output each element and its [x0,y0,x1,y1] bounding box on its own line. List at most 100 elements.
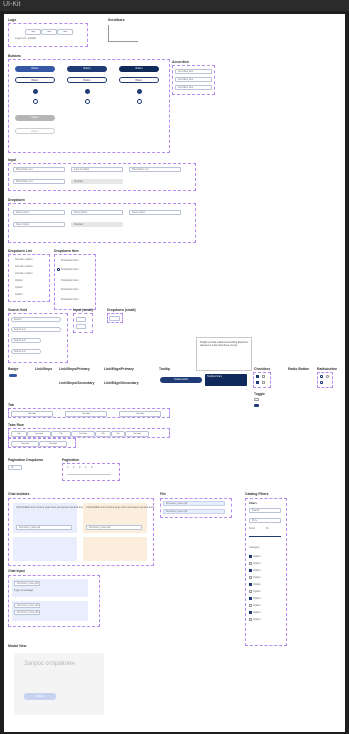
filter-checkbox-9[interactable] [249,611,252,614]
circle-outline-button-3[interactable] [137,99,142,104]
filter-checkbox-8[interactable] [249,604,252,607]
filter-option-10[interactable]: Option [253,618,261,621]
filter-checkbox-5[interactable] [249,583,252,586]
filter-checkbox-4[interactable] [249,576,252,579]
search-input[interactable]: Search [11,317,61,322]
dropdown-list-item-1[interactable]: List item option [15,258,32,261]
primary-button-hover[interactable]: Button [67,66,107,72]
dropdown-item-1[interactable]: Dropdown item [61,259,78,262]
tabs-row-item-9[interactable]: Tab label [39,441,67,447]
dropdown-item-5[interactable]: Dropdown item [61,298,78,301]
dropdown-2[interactable]: Select option [71,210,123,215]
input-small[interactable] [76,317,86,322]
filter-option-7[interactable]: Option [253,597,261,600]
page-2[interactable]: 2 [73,466,74,469]
input-placeholder-2[interactable]: Placeholder text [129,167,181,172]
secondary-button-pressed[interactable]: Button [119,77,159,83]
page-5[interactable]: 5 [91,466,92,469]
file-chip-1[interactable]: Document_name.pdf [163,501,225,506]
filter-checkbox-2[interactable] [249,562,252,565]
search-input-short[interactable]: Search text [11,338,41,343]
accordion-item-3[interactable]: Accordion item [175,85,212,90]
filter-option-6[interactable]: Option [253,590,261,593]
chat-attachment-2[interactable]: Document_name.pdf [14,603,40,608]
tooltip-button[interactable]: Tooltip button [160,377,202,383]
circle-button-2[interactable] [85,89,90,94]
dropdown-list-item-3[interactable]: List item option [15,272,32,275]
search-input-filled[interactable]: Search text [11,327,61,332]
radio-on-2[interactable] [320,381,323,384]
page-1[interactable]: 1 [67,466,68,469]
dropdown-list-item-6[interactable]: Option [15,293,23,296]
secondary-button[interactable]: Button [15,77,55,83]
tab-3[interactable]: Tab label [119,411,161,417]
filter-option-8[interactable]: Option [253,604,261,607]
page-4[interactable]: 4 [85,466,86,469]
dropdown-small[interactable] [109,315,120,321]
dropdown-item-2[interactable]: Dropdown item [61,268,78,271]
checkbox-checked-2[interactable] [256,381,259,384]
filter-option-1[interactable]: Option [253,555,261,558]
vertical-scrollbar[interactable] [108,25,109,41]
modal-button[interactable]: Button [24,693,56,700]
page-3[interactable]: 3 [79,466,80,469]
filter-option-2[interactable]: Option [253,562,261,565]
tabs-row-item-2[interactable]: Tab label [27,431,51,437]
search-input-short-2[interactable]: Search text [11,349,41,354]
dropdown-empty[interactable]: Select option [13,222,65,227]
dropdown-list-item-5[interactable]: Option [15,286,23,289]
circle-outline-button-2[interactable] [85,99,90,104]
radio-off[interactable] [326,375,329,378]
circle-outline-button-1[interactable] [33,99,38,104]
filter-checkbox-7[interactable] [249,597,252,600]
dropdown-3[interactable]: Select option [129,210,181,215]
filter-option-4[interactable]: Option [253,576,261,579]
primary-button[interactable]: Button [15,66,55,72]
tabs-row-item-7[interactable]: Tab label [125,431,149,437]
dropdown-list-item-2[interactable]: List item option [15,265,32,268]
checkbox-checked[interactable] [256,375,259,378]
input-empty[interactable]: Placeholder text [13,179,65,184]
dropdown-item-3[interactable]: Dropdown item [61,279,78,282]
accordion-item-2[interactable]: Accordion item [175,77,212,82]
secondary-button-hover[interactable]: Button [67,77,107,83]
pagination-dropdown[interactable]: 10 [8,465,22,470]
input-placeholder[interactable]: Placeholder text [13,167,65,172]
price-range-slider[interactable] [249,536,281,537]
tabs-row-item-4[interactable]: Tab label [71,431,95,437]
tabs-row-item-5[interactable]: Tab [95,431,111,437]
tabs-row-item-1[interactable]: Tab [11,431,27,437]
checkbox-unchecked[interactable] [262,375,265,378]
filter-checkbox-3[interactable] [249,569,252,572]
horizontal-scrollbar[interactable] [108,41,138,42]
chat-bubble-file[interactable]: Document_name.pdf [16,525,72,530]
dropdown-list-item-4[interactable]: Option [15,279,23,282]
filters-search-input[interactable]: Search [249,508,281,513]
filter-checkbox-10[interactable] [249,618,252,621]
primary-button-pressed[interactable]: Button [119,66,159,72]
tabs-row-item-6[interactable]: Tab [111,431,125,437]
chat-attachment[interactable]: Document_name.pdf [14,581,40,586]
tabs-row-item-3[interactable]: Tab [51,431,71,437]
toggle-off[interactable] [254,398,259,401]
chat-input-placeholder[interactable]: Type a message [14,589,33,592]
filter-option-5[interactable]: Option [253,583,261,586]
circle-button-3[interactable] [137,89,142,94]
radio-on[interactable] [320,375,323,378]
dropdown-1[interactable]: Select option [13,210,65,215]
chat-attachment-3[interactable]: Document_name.pdf [14,610,40,615]
input-filled[interactable]: Input text filled [71,167,123,172]
chat-bubble-file-2[interactable]: Document_name.pdf [86,525,142,530]
filter-checkbox-6[interactable] [249,590,252,593]
toggle-on[interactable] [254,404,259,407]
dropdown-item-4[interactable]: Dropdown item [61,288,78,291]
filter-checkbox-1[interactable] [249,555,252,558]
filter-option-3[interactable]: Option [253,569,261,572]
input-small-2[interactable] [76,324,86,329]
dropdown-item-radio-on[interactable] [57,268,60,271]
filters-price-input[interactable]: Price [249,518,281,523]
filter-option-9[interactable]: Option [253,611,261,614]
checkbox-unchecked-2[interactable] [262,381,265,384]
tab-2[interactable]: Tab label [65,411,107,417]
accordion-item-1[interactable]: Accordion item [175,69,212,74]
